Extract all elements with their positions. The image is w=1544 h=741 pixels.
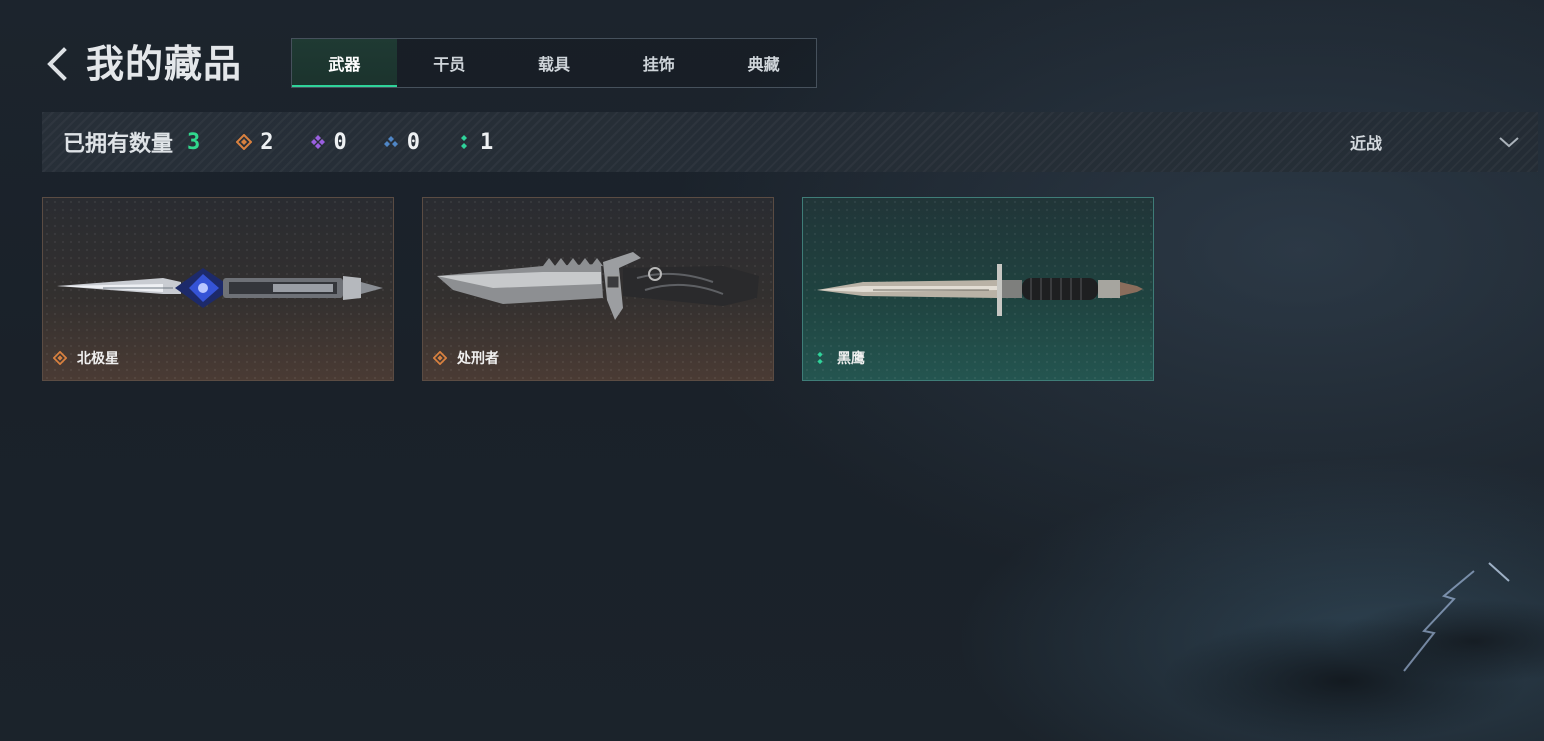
back-button[interactable] — [44, 44, 74, 84]
orange-diamond-icon — [433, 351, 447, 365]
filter-selected-label: 近战 — [1350, 134, 1383, 153]
green-dots-icon — [461, 135, 468, 149]
tab-charms[interactable]: 挂饰 — [606, 39, 711, 87]
serrated-knife-image — [437, 252, 759, 320]
item-name: 处刑者 — [457, 351, 499, 367]
stats-bar: 已拥有数量 3 2 0 0 1 近战 — [42, 112, 1538, 172]
page-title: 我的藏品 — [86, 42, 243, 86]
orange-diamond-icon — [236, 134, 253, 150]
orange-diamond-icon — [53, 351, 67, 365]
rarity-stat-blue: 0 — [383, 130, 420, 155]
item-card-footer: 北极星 — [53, 348, 119, 368]
rarity-count-blue: 0 — [406, 129, 421, 155]
owned-count: 3 — [187, 129, 201, 155]
tab-collection[interactable]: 典藏 — [711, 39, 816, 87]
rarity-count-purple: 0 — [333, 129, 347, 155]
item-card[interactable]: 黑鹰 — [802, 197, 1154, 381]
chevron-down-icon — [1499, 137, 1519, 148]
rarity-stat-purple: 0 — [310, 130, 347, 155]
rarity-stat-green: 1 — [456, 130, 493, 155]
item-card-footer: 黑鹰 — [813, 348, 865, 368]
lightning-decoration — [1403, 562, 1510, 672]
bayonet-image — [817, 264, 1143, 316]
chevron-left-icon — [47, 47, 67, 81]
owned-label: 已拥有数量 — [63, 132, 174, 157]
tab-vehicles[interactable]: 载具 — [502, 39, 607, 87]
rarity-count-orange: 2 — [260, 129, 274, 155]
weapon-type-select[interactable]: 近战 — [1350, 112, 1520, 172]
purple-diamond-icon — [310, 135, 325, 149]
rarity-count-green: 1 — [480, 129, 494, 155]
tab-weapons[interactable]: 武器 — [292, 39, 397, 87]
rarity-stat-orange: 2 — [236, 129, 274, 155]
category-tabs: 武器 干员 载具 挂饰 典藏 — [291, 38, 817, 88]
item-name: 黑鹰 — [837, 351, 865, 367]
dagger-image — [57, 268, 383, 308]
tab-operators[interactable]: 干员 — [397, 39, 502, 87]
item-card[interactable]: 北极星 — [42, 197, 394, 381]
item-card-footer: 处刑者 — [433, 348, 499, 368]
blue-diamond-icon — [383, 136, 398, 147]
item-name: 北极星 — [77, 351, 119, 367]
green-dots-icon — [817, 351, 823, 365]
item-card[interactable]: 处刑者 — [422, 197, 774, 381]
